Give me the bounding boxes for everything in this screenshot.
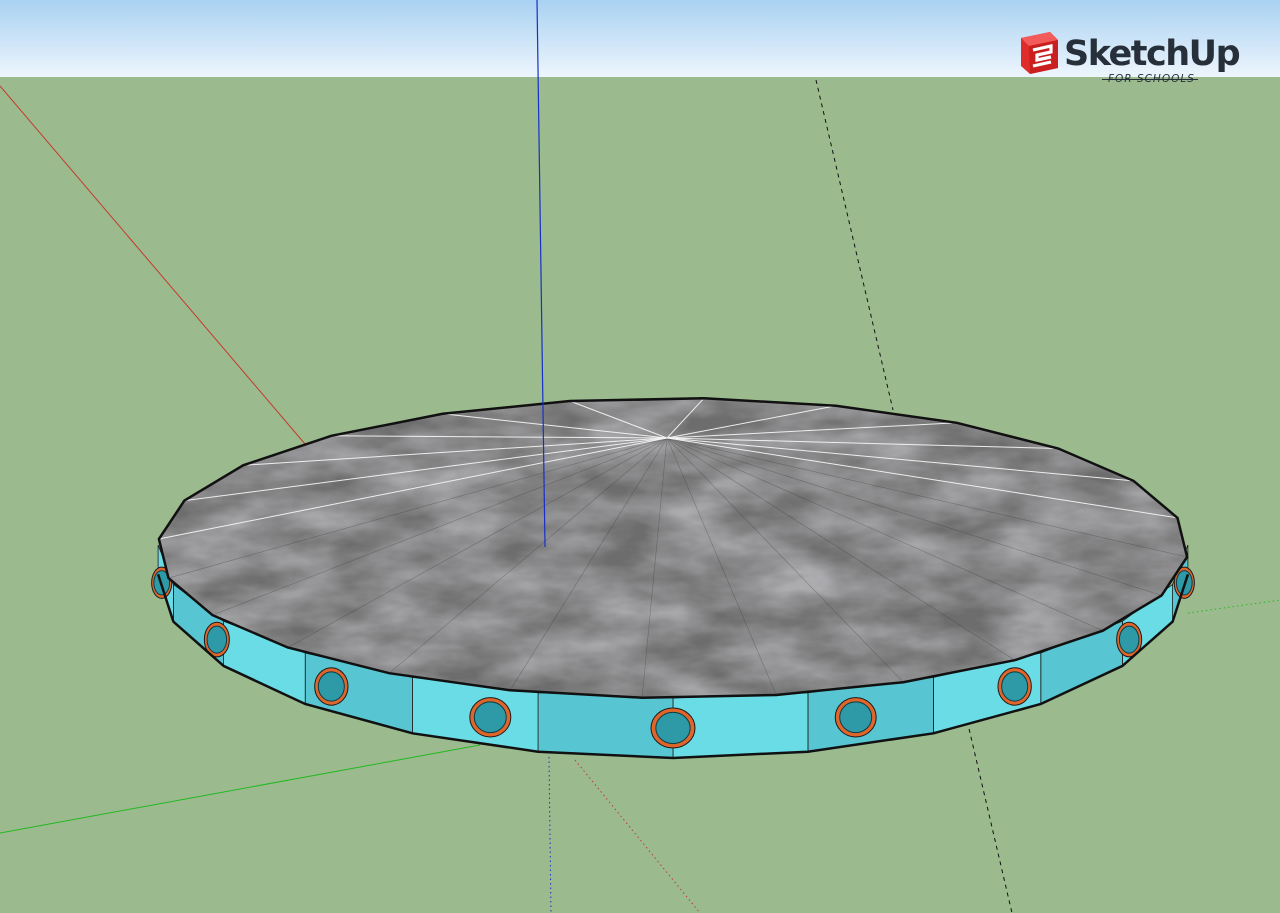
sketchup-logo: SketchUp FOR SCHOOLS xyxy=(1016,30,1241,92)
porthole-glass[interactable] xyxy=(1118,625,1140,654)
porthole-glass[interactable] xyxy=(473,701,507,734)
porthole-glass[interactable] xyxy=(1001,671,1029,702)
porthole-glass[interactable] xyxy=(655,711,691,745)
porthole-glass[interactable] xyxy=(317,671,345,702)
saucer-model[interactable] xyxy=(150,390,1200,760)
porthole-glass[interactable] xyxy=(839,701,873,734)
logo-wordmark: SketchUp xyxy=(1064,34,1241,74)
porthole-glass[interactable] xyxy=(206,625,228,654)
model-viewport[interactable]: SketchUp FOR SCHOOLS xyxy=(0,0,1280,913)
scene-canvas[interactable] xyxy=(0,0,1280,913)
logo-subtitle: FOR SCHOOLS xyxy=(1108,73,1195,85)
sketchup-logo-icon xyxy=(1021,32,1058,74)
